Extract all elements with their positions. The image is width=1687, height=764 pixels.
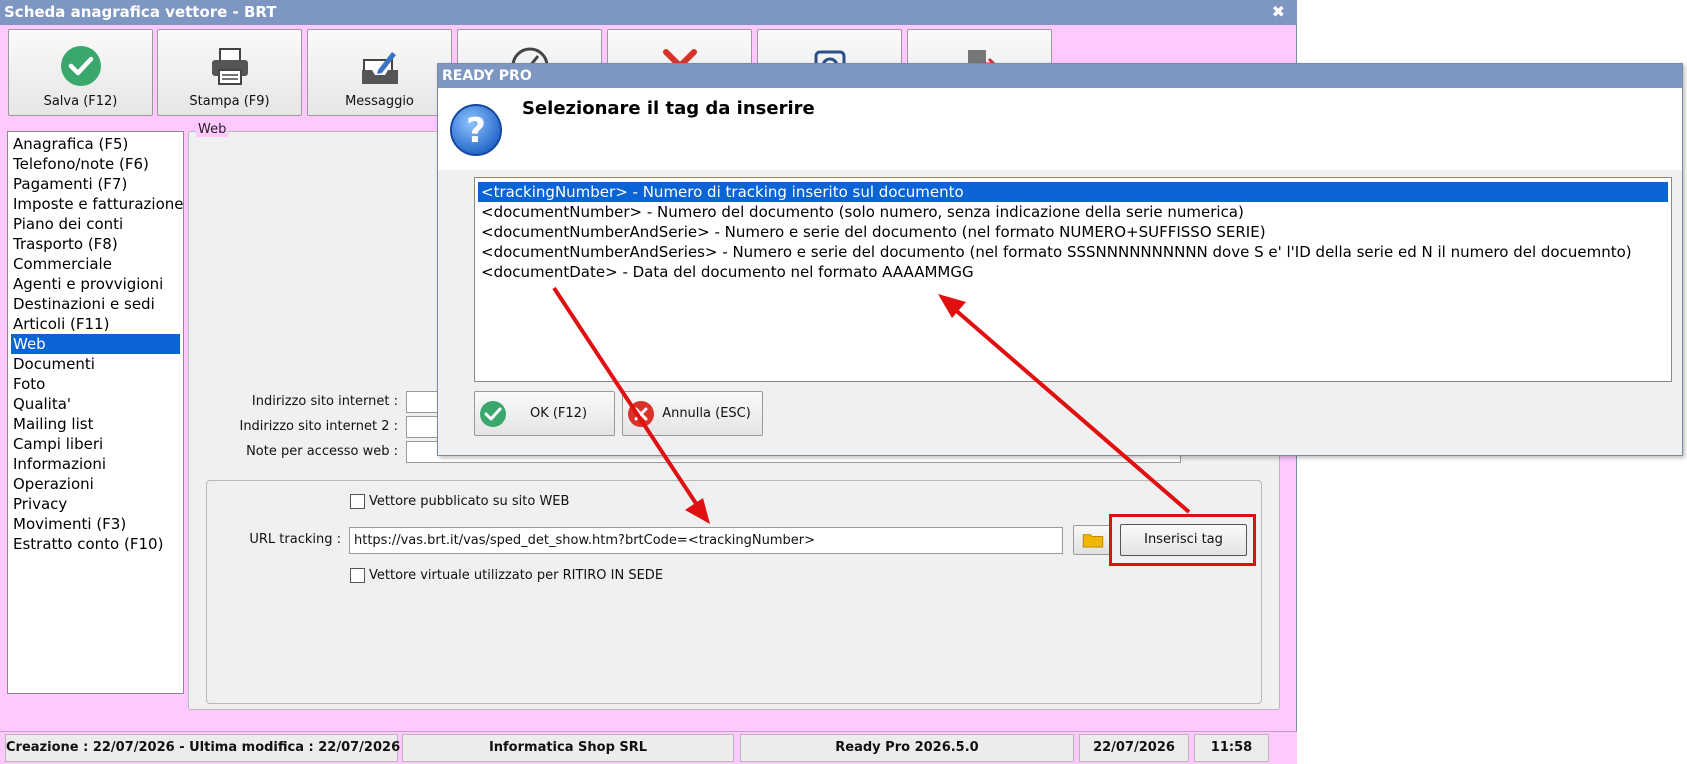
status-dates: Creazione : 22/07/2026 - Ultima modifica… bbox=[5, 734, 400, 762]
nav-item-trasporto[interactable]: Trasporto (F8) bbox=[11, 234, 180, 254]
status-date: 22/07/2026 bbox=[1079, 734, 1189, 762]
message-button-label: Messaggio bbox=[345, 94, 414, 109]
status-time: 11:58 bbox=[1194, 734, 1269, 762]
nav-item-telefono[interactable]: Telefono/note (F6) bbox=[11, 154, 180, 174]
virtual-label: Vettore virtuale utilizzato per RITIRO I… bbox=[369, 568, 664, 583]
published-checkbox[interactable] bbox=[350, 494, 365, 509]
close-icon[interactable]: ✖ bbox=[1272, 0, 1285, 24]
nav-item-anagrafica[interactable]: Anagrafica (F5) bbox=[11, 134, 180, 154]
status-bar: Creazione : 22/07/2026 - Ultima modifica… bbox=[0, 731, 1297, 764]
nav-item-informazioni[interactable]: Informazioni bbox=[11, 454, 180, 474]
question-icon: ? bbox=[450, 104, 502, 156]
message-button[interactable]: Messaggio bbox=[307, 29, 452, 116]
site-label: Indirizzo sito internet : bbox=[251, 394, 398, 409]
nav-item-campi-liberi[interactable]: Campi liberi bbox=[11, 434, 180, 454]
printer-icon bbox=[211, 48, 248, 85]
tag-item-document-date[interactable]: <documentDate> - Data del documento nel … bbox=[478, 262, 1668, 282]
tag-item-document-number[interactable]: <documentNumber> - Numero del documento … bbox=[478, 202, 1668, 222]
main-window-title: Scheda anagrafica vettore - BRT bbox=[4, 3, 277, 21]
section-nav-list[interactable]: Anagrafica (F5) Telefono/note (F6) Pagam… bbox=[7, 131, 184, 694]
dialog-heading: Selezionare il tag da inserire bbox=[522, 98, 815, 119]
tag-item-document-number-serie[interactable]: <documentNumberAndSerie> - Numero e seri… bbox=[478, 222, 1668, 242]
dialog-titlebar: READY PRO bbox=[438, 64, 1682, 88]
nav-item-pagamenti[interactable]: Pagamenti (F7) bbox=[11, 174, 180, 194]
site2-label: Indirizzo sito internet 2 : bbox=[239, 419, 398, 434]
notes-label: Note per accesso web : bbox=[246, 444, 398, 459]
tag-list[interactable]: <trackingNumber> - Numero di tracking in… bbox=[474, 177, 1672, 382]
message-edit-icon bbox=[361, 52, 398, 84]
nav-item-movimenti[interactable]: Movimenti (F3) bbox=[11, 514, 180, 534]
svg-text:?: ? bbox=[466, 111, 486, 151]
tracking-group bbox=[206, 480, 1262, 704]
nav-item-estratto-conto[interactable]: Estratto conto (F10) bbox=[11, 534, 180, 554]
ok-button[interactable]: OK (F12) bbox=[474, 391, 615, 436]
published-label: Vettore pubblicato su sito WEB bbox=[369, 494, 570, 509]
main-titlebar: Scheda anagrafica vettore - BRT ✖ bbox=[0, 0, 1297, 25]
select-tag-dialog: READY PRO ? Selezionare il tag da inseri… bbox=[437, 63, 1683, 456]
nav-item-destinazioni[interactable]: Destinazioni e sedi bbox=[11, 294, 180, 314]
nav-item-web[interactable]: Web bbox=[11, 334, 180, 354]
nav-item-imposte[interactable]: Imposte e fatturazione bbox=[11, 194, 183, 214]
virtual-checkbox[interactable] bbox=[350, 568, 365, 583]
print-button-label: Stampa (F9) bbox=[189, 94, 270, 109]
url-tracking-label: URL tracking : bbox=[249, 532, 341, 547]
annotation-highlight-box bbox=[1109, 514, 1256, 566]
folder-icon bbox=[1082, 534, 1104, 548]
nav-item-piano-conti[interactable]: Piano dei conti bbox=[11, 214, 180, 234]
save-button-label: Salva (F12) bbox=[43, 94, 118, 109]
status-company: Informatica Shop SRL bbox=[402, 734, 734, 762]
browse-button[interactable] bbox=[1073, 525, 1111, 555]
ok-button-label: OK (F12) bbox=[529, 406, 588, 421]
url-tracking-input[interactable]: https://vas.brt.it/vas/sped_det_show.htm… bbox=[349, 527, 1063, 554]
print-button[interactable]: Stampa (F9) bbox=[157, 29, 302, 116]
nav-item-documenti[interactable]: Documenti bbox=[11, 354, 180, 374]
dialog-header: ? Selezionare il tag da inserire bbox=[438, 88, 1682, 170]
check-circle-icon bbox=[60, 46, 101, 86]
nav-item-mailing[interactable]: Mailing list bbox=[11, 414, 180, 434]
nav-item-agenti[interactable]: Agenti e provvigioni bbox=[11, 274, 180, 294]
nav-item-qualita[interactable]: Qualita' bbox=[11, 394, 180, 414]
cancel-button-label: Annulla (ESC) bbox=[662, 406, 751, 421]
nav-item-foto[interactable]: Foto bbox=[11, 374, 180, 394]
nav-item-operazioni[interactable]: Operazioni bbox=[11, 474, 180, 494]
nav-item-articoli[interactable]: Articoli (F11) bbox=[11, 314, 180, 334]
web-section-legend: Web bbox=[196, 122, 229, 137]
nav-item-commerciale[interactable]: Commerciale bbox=[11, 254, 180, 274]
cancel-button[interactable]: Annulla (ESC) bbox=[622, 391, 763, 436]
save-button[interactable]: Salva (F12) bbox=[8, 29, 153, 116]
dialog-title-text: READY PRO bbox=[442, 68, 532, 84]
nav-item-privacy[interactable]: Privacy bbox=[11, 494, 180, 514]
tag-item-tracking-number[interactable]: <trackingNumber> - Numero di tracking in… bbox=[478, 182, 1668, 202]
status-version: Ready Pro 2026.5.0 bbox=[740, 734, 1074, 762]
tag-item-document-number-series[interactable]: <documentNumberAndSeries> - Numero e ser… bbox=[478, 242, 1668, 262]
